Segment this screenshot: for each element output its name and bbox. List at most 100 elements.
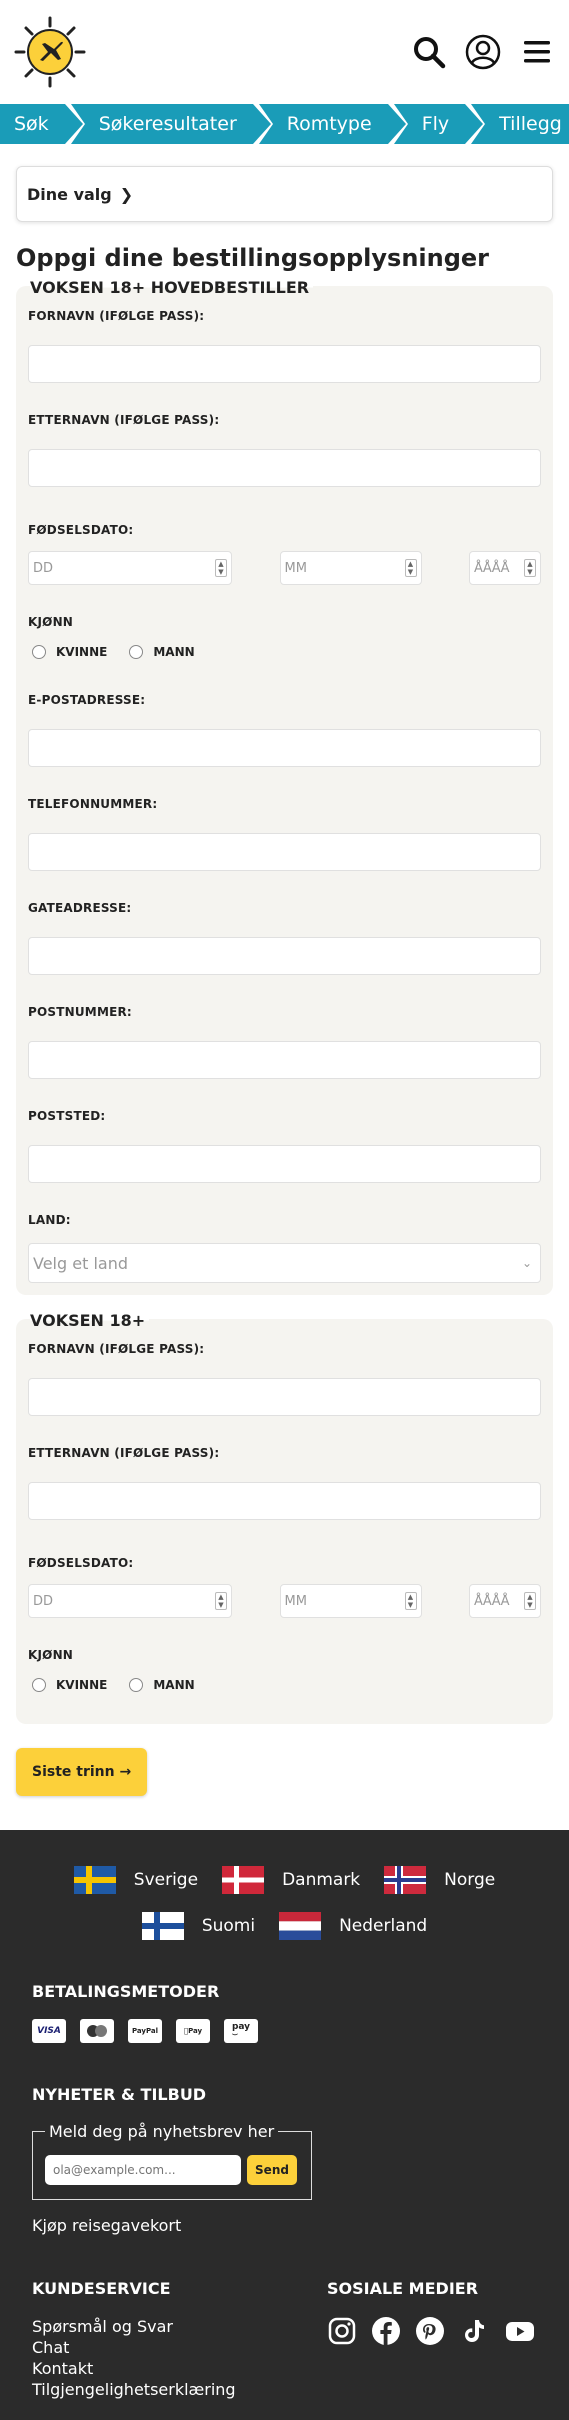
last-name-input[interactable]	[28, 449, 541, 487]
instagram-icon[interactable]	[327, 2316, 357, 2346]
country-link-norway[interactable]: Norge	[384, 1866, 495, 1894]
social-column: SOSIALE MEDIER	[327, 2279, 537, 2400]
pinterest-icon[interactable]	[415, 2316, 445, 2346]
street-input[interactable]	[28, 937, 541, 975]
dob-month-input[interactable]: MM ▲ ▼	[279, 551, 422, 585]
gender-female-radio[interactable]	[32, 645, 46, 659]
chevron-right-icon: ❯	[119, 184, 134, 204]
dob-day-placeholder: DD	[33, 1593, 54, 1609]
tiktok-icon[interactable]	[459, 2316, 489, 2346]
first-name-label: FORNAVN (IFØLGE PASS):	[28, 309, 205, 323]
newsletter-email-input[interactable]	[45, 2155, 241, 2185]
spinner-icon[interactable]: ▲ ▼	[404, 559, 417, 577]
service-title: KUNDESERVICE	[32, 2279, 171, 2298]
step-label: Søk	[14, 113, 49, 135]
amazon-pay-icon: pay ⌣	[224, 2019, 258, 2043]
footer-columns: KUNDESERVICE Spørsmål og Svar Chat Konta…	[32, 2279, 537, 2400]
booking-steps: Søk Søkeresultater Romtype Fly Tillegg	[0, 104, 569, 144]
country-link-denmark[interactable]: Danmark	[222, 1866, 360, 1894]
main-content: Dine valg ❯ Oppgi dine bestillingsopplys…	[0, 166, 569, 1830]
city-label: POSTSTED:	[28, 1109, 106, 1123]
your-choices-label: Dine valg	[27, 184, 112, 204]
dob-label: FØDSELSDATO:	[28, 523, 134, 537]
dob-month-input[interactable]: MM ▲ ▼	[279, 1584, 422, 1618]
country-placeholder: Velg et land	[33, 1253, 128, 1273]
dob-year-input[interactable]: ÅÅÅÅ ▲ ▼	[469, 1584, 541, 1618]
dob-day-placeholder: DD	[33, 560, 54, 576]
search-icon[interactable]	[411, 34, 447, 70]
last-name-label: ETTERNAVN (IFØLGE PASS):	[28, 413, 220, 427]
youtube-icon[interactable]	[503, 2316, 537, 2346]
step-roomtype[interactable]: Romtype	[273, 104, 408, 144]
step-extras[interactable]: Tillegg	[485, 113, 569, 135]
gender-male-label: MANN	[153, 645, 195, 659]
news-title: NYHETER & TILBUD	[32, 2085, 207, 2104]
first-name-input[interactable]	[28, 1378, 541, 1416]
dob-row: DD ▲ ▼ MM ▲ ▼ ÅÅÅÅ ▲ ▼	[28, 551, 541, 585]
country-link-sweden[interactable]: Sverige	[73, 1866, 198, 1894]
chevron-down-icon: ⌄	[521, 1256, 532, 1270]
denmark-flag-icon	[222, 1866, 265, 1894]
spinner-icon[interactable]: ▲ ▼	[524, 559, 536, 577]
step-search[interactable]: Søk	[0, 104, 85, 144]
country-label: Norge	[444, 1870, 496, 1890]
your-choices-toggle[interactable]: Dine valg ❯	[16, 166, 553, 222]
chevron-right-icon	[387, 104, 408, 144]
phone-label: TELEFONNUMMER:	[28, 797, 158, 811]
menu-icon[interactable]	[519, 34, 555, 70]
sweden-flag-icon	[73, 1866, 116, 1894]
postcode-input[interactable]	[28, 1041, 541, 1079]
country-select[interactable]: Velg et land ⌄	[28, 1243, 541, 1283]
step-results[interactable]: Søkeresultater	[85, 104, 273, 144]
accessibility-link[interactable]: Tilgjengelighetserklæring	[32, 2379, 236, 2400]
spinner-icon[interactable]: ▲ ▼	[215, 559, 227, 577]
dob-row: DD ▲ ▼ MM ▲ ▼ ÅÅÅÅ ▲ ▼	[28, 1584, 541, 1618]
plane-sun-logo[interactable]	[14, 16, 86, 88]
spinner-icon[interactable]: ▲ ▼	[524, 1592, 536, 1610]
finland-flag-icon	[141, 1912, 184, 1940]
country-label: LAND:	[28, 1213, 71, 1227]
step-label: Søkeresultater	[98, 113, 237, 135]
country-label: Nederland	[339, 1916, 428, 1936]
dob-day-input[interactable]: DD ▲ ▼	[28, 1584, 232, 1618]
dob-month-placeholder: MM	[284, 1593, 307, 1609]
gender-female-label: KVINNE	[56, 645, 108, 659]
gender-male-radio[interactable]	[129, 645, 144, 659]
adult-2-card: VOKSEN 18+ FORNAVN (IFØLGE PASS): ETTERN…	[16, 1311, 553, 1724]
gender-options: KVINNE MANN	[28, 645, 541, 659]
faq-link[interactable]: Spørsmål og Svar	[32, 2316, 236, 2337]
user-icon[interactable]	[465, 34, 501, 70]
facebook-icon[interactable]	[371, 2316, 401, 2346]
contact-link[interactable]: Kontakt	[32, 2358, 236, 2379]
street-label: GATEADRESSE:	[28, 901, 132, 915]
dob-year-placeholder: ÅÅÅÅ	[474, 1593, 510, 1609]
step-label: Tillegg	[499, 113, 562, 135]
country-label: Danmark	[282, 1870, 361, 1890]
chat-link[interactable]: Chat	[32, 2337, 236, 2358]
gender-label: KJØNN	[28, 1648, 74, 1662]
step-flight[interactable]: Fly	[408, 104, 486, 144]
spinner-icon[interactable]: ▲ ▼	[215, 1592, 227, 1610]
country-link-finland[interactable]: Suomi	[141, 1912, 256, 1940]
country-label: Suomi	[201, 1916, 256, 1936]
gender-male-radio[interactable]	[129, 1678, 144, 1692]
gender-options: KVINNE MANN	[28, 1678, 541, 1692]
newsletter-legend: Meld deg på nyhetsbrev her	[49, 2122, 275, 2141]
email-input[interactable]	[28, 729, 541, 767]
country-link-netherlands[interactable]: Nederland	[279, 1912, 427, 1940]
gift-card-link[interactable]: Kjøp reisegavekort	[32, 2216, 537, 2235]
phone-input[interactable]	[28, 833, 541, 871]
spinner-icon[interactable]: ▲ ▼	[404, 1592, 417, 1610]
city-input[interactable]	[28, 1145, 541, 1183]
payment-methods: VISA PayPal Pay pay⌣	[32, 2019, 537, 2043]
email-label: E-POSTADRESSE:	[28, 693, 146, 707]
first-name-input[interactable]	[28, 345, 541, 383]
newsletter-row: Send	[45, 2155, 299, 2185]
dob-day-input[interactable]: DD ▲ ▼	[28, 551, 232, 585]
dob-year-input[interactable]: ÅÅÅÅ ▲ ▼	[469, 551, 541, 585]
next-step-button[interactable]: Siste trinn →	[16, 1748, 148, 1796]
last-name-input[interactable]	[28, 1482, 541, 1520]
newsletter-send-button[interactable]: Send	[247, 2155, 297, 2185]
gender-female-radio[interactable]	[32, 1678, 46, 1692]
site-footer: Sverige Danmark Norge Suomi Nederland BE…	[0, 1830, 569, 2420]
